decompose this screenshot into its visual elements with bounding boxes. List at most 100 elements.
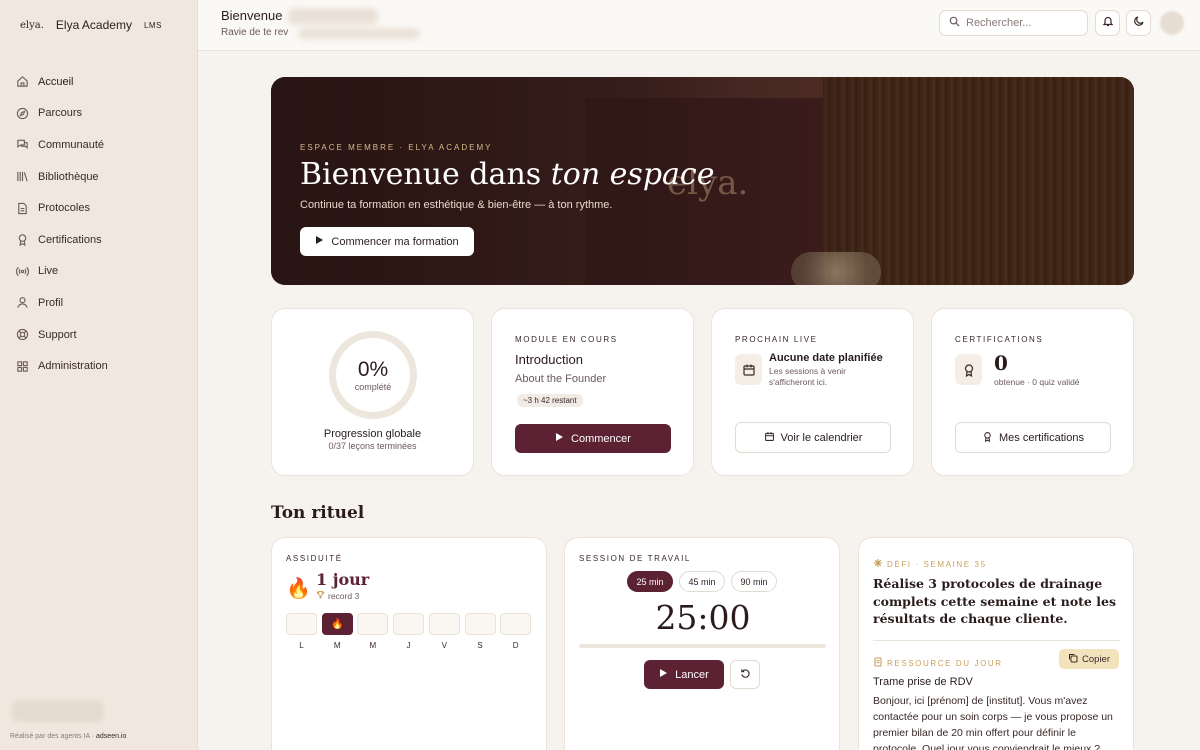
session-start-label: Lancer (675, 668, 709, 681)
duration-45-button[interactable]: 45 min (679, 571, 725, 592)
hero-eyebrow: ESPACE MEMBRE · ELYA ACADEMY (300, 143, 493, 152)
resource-eyebrow: RESSOURCE DU JOUR (887, 658, 1003, 668)
search-placeholder: Rechercher... (966, 17, 1032, 29)
file-icon (16, 202, 29, 215)
start-training-button[interactable]: Commencer ma formation (300, 227, 474, 256)
certifications-eyebrow: CERTIFICATIONS (955, 335, 1044, 344)
resource-eyebrow-row: RESSOURCE DU JOUR (873, 654, 1003, 672)
award-icon (982, 431, 993, 445)
sidebar-item-protocoles[interactable]: Protocoles (16, 192, 186, 224)
user-menu[interactable] (12, 700, 104, 722)
search-input[interactable]: Rechercher... (939, 10, 1088, 36)
live-title: Aucune date planifiée (769, 352, 883, 364)
day-label: M (369, 641, 377, 650)
session-start-button[interactable]: Lancer (644, 660, 724, 689)
hero-banner: elya. ESPACE MEMBRE · ELYA ACADEMY Bienv… (271, 77, 1134, 285)
day-label: V (441, 641, 447, 650)
sidebar-item-label: Administration (38, 360, 108, 373)
live-eyebrow: PROCHAIN LIVE (735, 335, 818, 344)
search-icon (949, 16, 960, 30)
user-name-redacted (288, 8, 378, 25)
progress-card: 0% complété Progression globale 0/37 leç… (271, 308, 474, 476)
library-icon (16, 170, 29, 183)
home-icon (16, 75, 29, 88)
sidebar-item-label: Accueil (38, 75, 74, 88)
sidebar-item-profil[interactable]: Profil (16, 287, 186, 319)
progress-percent: 0% (357, 358, 389, 381)
day-label: S (477, 641, 483, 650)
trophy-icon (316, 590, 325, 601)
module-start-button[interactable]: Commencer (515, 424, 671, 453)
avatar[interactable] (1160, 11, 1184, 35)
copy-icon (1068, 653, 1078, 666)
sidebar-item-label: Bibliothèque (38, 170, 99, 183)
subtitle-redacted (298, 28, 420, 39)
play-icon (315, 235, 324, 248)
sparkle-icon (873, 555, 883, 573)
day-cell (428, 613, 460, 635)
progress-title: Progression globale (323, 428, 422, 440)
hero-title: Bienvenue dans ton espace (300, 157, 714, 192)
day-cell (500, 613, 532, 635)
calendar-icon (735, 354, 762, 385)
sidebar-item-parcours[interactable]: Parcours (16, 98, 186, 130)
sidebar-item-label: Communauté (38, 138, 105, 151)
record-label: record 3 (316, 590, 359, 601)
play-icon (659, 668, 668, 681)
day-cell (393, 613, 425, 635)
theme-toggle-button[interactable] (1126, 10, 1151, 36)
moon-icon (1133, 14, 1145, 32)
sidebar-item-accueil[interactable]: Accueil (16, 66, 186, 98)
challenge-card: DÉFI · SEMAINE 35 Réalise 3 protocoles d… (858, 537, 1134, 750)
live-sub-1: Les sessions à venir (769, 366, 847, 376)
sidebar-item-label: Support (38, 328, 77, 341)
brand[interactable]: elya. Elya Academy LMS (20, 18, 162, 32)
day-label: L (299, 641, 304, 650)
duration-25-button[interactable]: 25 min (627, 571, 673, 592)
sidebar-item-support[interactable]: Support (16, 319, 186, 351)
session-reset-button[interactable] (730, 660, 760, 689)
footer-link[interactable]: adseen.io (96, 733, 126, 740)
resource-title: Trame prise de RDV (873, 676, 973, 688)
sidebar-item-administration[interactable]: Administration (16, 350, 186, 382)
challenge-eyebrow: DÉFI · SEMAINE 35 (887, 559, 987, 569)
session-timer: 25:00 (655, 598, 751, 637)
certifications-sub: obtenue · 0 quiz validé (994, 377, 1080, 387)
start-training-label: Commencer ma formation (331, 235, 459, 248)
sidebar-item-bibliotheque[interactable]: Bibliothèque (16, 161, 186, 193)
live-sub-2: s'afficheront ici. (769, 377, 828, 387)
page-title: Bienvenue (221, 8, 283, 23)
calendar-button[interactable]: Voir le calendrier (735, 422, 891, 453)
sidebar-nav: Accueil Parcours Communauté Bibliothèque… (16, 66, 186, 382)
flame-icon: 🔥 (286, 578, 311, 600)
progress-label: complété (354, 382, 392, 392)
notifications-button[interactable] (1095, 10, 1120, 36)
resource-text: Bonjour, ici [prénom] de [institut]. Vou… (873, 695, 1113, 750)
streak-value: 1 jour (316, 570, 370, 589)
book-icon (873, 654, 883, 672)
my-certifications-label: Mes certifications (999, 431, 1084, 444)
compass-icon (16, 107, 29, 120)
my-certifications-button[interactable]: Mes certifications (955, 422, 1111, 453)
sidebar-item-certifications[interactable]: Certifications (16, 224, 186, 256)
module-card: MODULE EN COURS Introduction About the F… (491, 308, 694, 476)
play-icon (555, 432, 564, 445)
day-cell (286, 613, 317, 635)
day-label: J (406, 641, 411, 650)
live-card: PROCHAIN LIVE Aucune date planifiée Les … (711, 308, 914, 476)
module-eyebrow: MODULE EN COURS (515, 335, 618, 344)
reset-icon (740, 668, 751, 682)
sidebar-item-label: Parcours (38, 107, 83, 120)
sidebar-item-communaute[interactable]: Communauté (16, 129, 186, 161)
copy-button[interactable]: Copier (1059, 649, 1119, 669)
sidebar-footer: Réalisé par des agents IA · adseen.io (10, 733, 126, 740)
attendance-eyebrow: ASSIDUITÉ (286, 554, 343, 563)
broadcast-icon (16, 265, 29, 278)
module-subtitle: About the Founder (515, 373, 607, 385)
certifications-card: CERTIFICATIONS 0 obtenue · 0 quiz validé… (931, 308, 1134, 476)
sidebar-item-live[interactable]: Live (16, 256, 186, 288)
progress-subtitle: 0/37 leçons terminées (328, 441, 417, 451)
hero-subtitle: Continue ta formation en esthétique & bi… (300, 199, 613, 211)
module-time-badge: ~3 h 42 restant (517, 394, 583, 407)
duration-90-button[interactable]: 90 min (731, 571, 777, 592)
